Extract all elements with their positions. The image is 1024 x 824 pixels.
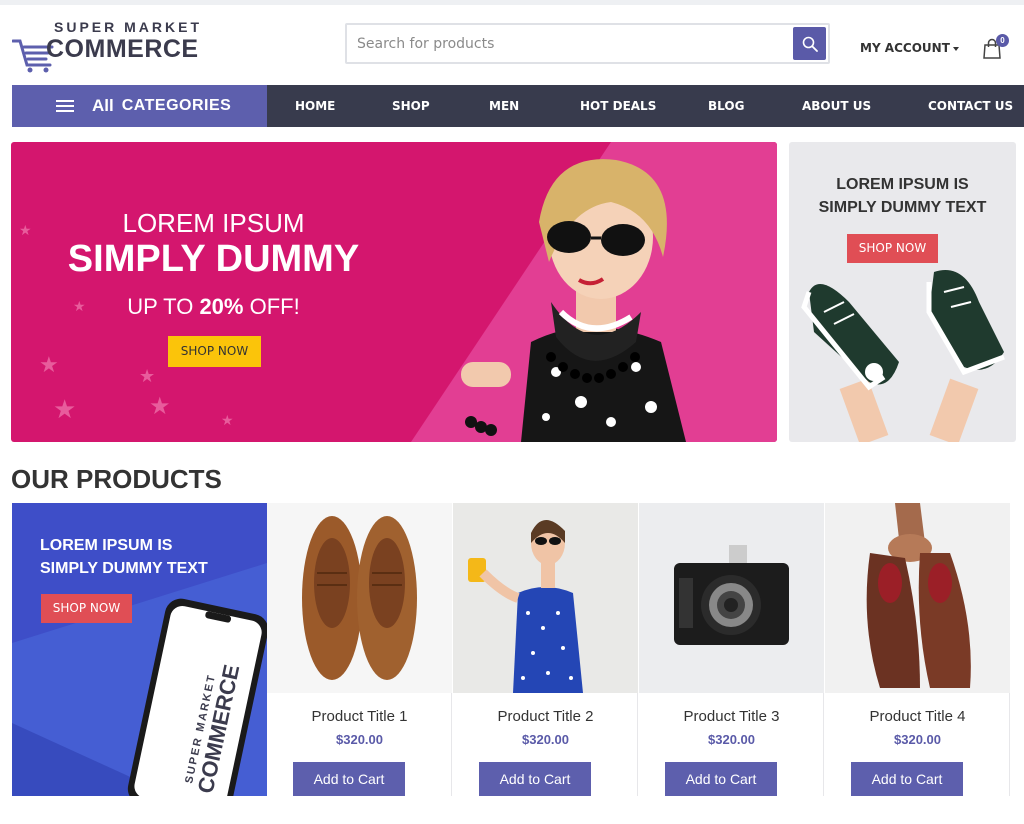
nav-item-shop[interactable]: SHOP xyxy=(392,85,430,127)
hero-banner[interactable]: ★ ★ ★ ★ ★ ★ ★ ★ LOREM IPSUM SIMPLY DUMMY… xyxy=(11,142,777,442)
hero-discount: UP TO 20% OFF! xyxy=(11,294,416,320)
product-title[interactable]: Product Title 1 xyxy=(267,708,452,725)
logo-super-text: SUPER MARKET xyxy=(54,19,203,35)
categories-label: CATEGORIES xyxy=(121,97,232,114)
product-card[interactable]: Product Title 4 $320.00 Add to Cart xyxy=(825,503,1010,796)
logo-commerce-text: COMMERCE xyxy=(46,35,199,63)
search-input[interactable] xyxy=(357,25,787,62)
promo-line-1: LOREM IPSUM IS xyxy=(40,537,173,554)
side-banner-shop-now-button[interactable]: SHOP NOW xyxy=(847,234,938,263)
brown-shoes-image xyxy=(302,516,417,680)
product-title[interactable]: Product Title 3 xyxy=(639,708,824,725)
main-nav: All CATEGORIES HOME SHOP MEN HOT DEALS B… xyxy=(12,85,1024,127)
cart-count-badge: 0 xyxy=(996,34,1009,47)
site-header: SUPER MARKET COMMERCE MY ACCOUNT 0 xyxy=(0,5,1024,85)
nav-item-about-us[interactable]: ABOUT US xyxy=(802,85,871,127)
product-card[interactable]: Product Title 3 $320.00 Add to Cart xyxy=(639,503,824,796)
side-banner[interactable]: LOREM IPSUM IS SIMPLY DUMMY TEXT SHOP NO… xyxy=(789,142,1016,442)
product-image[interactable] xyxy=(639,503,824,693)
sneakers-image xyxy=(801,270,1005,442)
star-decoration-icon: ★ xyxy=(139,366,156,386)
hero-model-image xyxy=(461,159,686,442)
product-image[interactable] xyxy=(825,503,1010,693)
side-banner-line-2: SIMPLY DUMMY TEXT xyxy=(818,199,987,216)
product-card[interactable]: Product Title 1 $320.00 Add to Cart xyxy=(267,503,452,796)
my-account-menu[interactable]: MY ACCOUNT xyxy=(860,41,959,55)
product-image[interactable] xyxy=(453,503,638,693)
add-to-cart-button[interactable]: Add to Cart xyxy=(293,762,405,796)
nav-item-home[interactable]: HOME xyxy=(295,85,335,127)
add-to-cart-button[interactable]: Add to Cart xyxy=(665,762,777,796)
add-to-cart-button[interactable]: Add to Cart xyxy=(851,762,963,796)
star-decoration-icon: ★ xyxy=(39,352,59,377)
search-icon xyxy=(802,36,818,52)
all-categories-button[interactable]: All CATEGORIES xyxy=(12,85,267,127)
all-label: All xyxy=(92,96,114,115)
promo-banner[interactable]: LOREM IPSUM IS SIMPLY DUMMY TEXT SHOP NO… xyxy=(12,503,267,796)
hero-line-1: LOREM IPSUM xyxy=(122,208,305,238)
nav-item-contact-us[interactable]: CONTACT US xyxy=(928,85,1013,127)
product-image[interactable] xyxy=(267,503,452,693)
my-account-label: MY ACCOUNT xyxy=(860,41,950,55)
nav-item-men[interactable]: MEN xyxy=(489,85,519,127)
site-logo[interactable]: SUPER MARKET COMMERCE xyxy=(12,17,202,75)
woman-blue-dress-image xyxy=(468,519,583,693)
side-banner-line-1: LOREM IPSUM IS xyxy=(836,176,969,193)
search-button[interactable] xyxy=(793,27,826,60)
product-price: $320.00 xyxy=(522,732,569,747)
nav-item-hot-deals[interactable]: HOT DEALS xyxy=(580,85,656,127)
add-to-cart-button[interactable]: Add to Cart xyxy=(479,762,591,796)
hero-discount-prefix: UP TO xyxy=(127,294,200,319)
hero-discount-value: 20% xyxy=(199,294,244,319)
section-title: OUR PRODUCTS xyxy=(11,464,222,494)
product-title[interactable]: Product Title 2 xyxy=(453,708,638,725)
product-title[interactable]: Product Title 4 xyxy=(825,708,1010,725)
hand-holding-shoes-image xyxy=(866,503,971,688)
caret-down-icon xyxy=(952,46,959,51)
hero-discount-suffix: OFF! xyxy=(243,294,300,319)
promo-shop-now-button[interactable]: SHOP NOW xyxy=(41,594,132,623)
star-decoration-icon: ★ xyxy=(221,412,234,428)
product-price: $320.00 xyxy=(336,732,383,747)
product-card[interactable]: Product Title 2 $320.00 Add to Cart xyxy=(453,503,638,796)
product-price: $320.00 xyxy=(708,732,755,747)
hero-line-2: SIMPLY DUMMY xyxy=(67,238,360,280)
product-price: $320.00 xyxy=(894,732,941,747)
search-box xyxy=(345,23,830,64)
vintage-camera-image xyxy=(674,545,789,645)
phone-image: SUPER MARKET COMMERCE xyxy=(127,598,267,796)
star-decoration-icon: ★ xyxy=(149,393,171,420)
hero-shop-now-button[interactable]: SHOP NOW xyxy=(168,336,261,367)
promo-line-2: SIMPLY DUMMY TEXT xyxy=(40,560,208,577)
hamburger-icon xyxy=(56,100,74,112)
star-decoration-icon: ★ xyxy=(53,394,77,424)
cart-button[interactable]: 0 xyxy=(982,34,1009,62)
nav-item-blog[interactable]: BLOG xyxy=(708,85,744,127)
